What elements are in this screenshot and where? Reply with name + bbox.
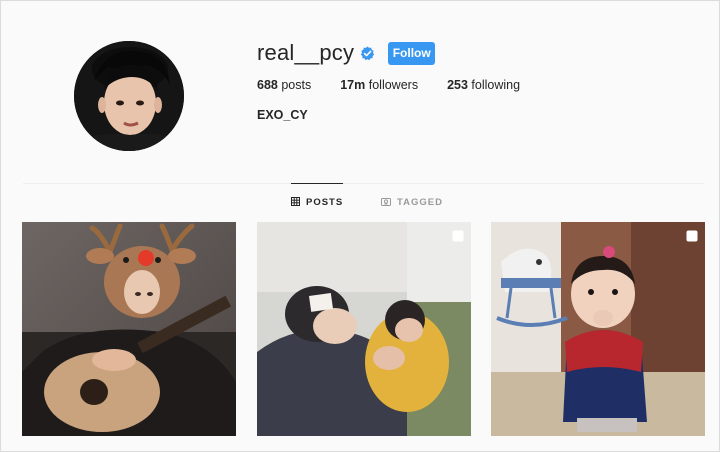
- tab-posts[interactable]: POSTS: [291, 183, 344, 219]
- following-count: 253: [447, 78, 468, 92]
- following-stat[interactable]: 253 following: [447, 78, 520, 92]
- posts-stat: 688 posts: [257, 78, 311, 92]
- grid-icon: [291, 196, 300, 209]
- multiple-photos-icon: [452, 229, 464, 242]
- posts-count: 688: [257, 78, 278, 92]
- post-child-photo[interactable]: [491, 222, 705, 436]
- profile-stats: 688 posts 17m followers 253 following: [257, 78, 549, 92]
- username: real__pcy: [257, 40, 355, 65]
- followers-stat[interactable]: 17m followers: [340, 78, 418, 92]
- profile-full-name: EXO_CY: [257, 108, 308, 122]
- multiple-photos-icon: [686, 229, 698, 242]
- verified-badge-icon: [360, 46, 375, 61]
- posts-label: posts: [281, 78, 312, 92]
- post-baby-photo[interactable]: [257, 222, 471, 436]
- tab-tagged-label: TAGGED: [397, 197, 443, 208]
- profile-avatar[interactable]: [74, 41, 184, 151]
- tab-posts-label: POSTS: [306, 197, 344, 208]
- following-label: following: [471, 78, 521, 92]
- username-row: real__pcy Follow: [257, 38, 436, 68]
- followers-count: 17m: [340, 78, 366, 92]
- profile-tabs: POSTS TAGGED: [0, 183, 720, 219]
- followers-label: followers: [368, 78, 419, 92]
- follow-button[interactable]: Follow: [388, 41, 436, 65]
- tag-icon: [381, 197, 391, 209]
- tab-tagged[interactable]: TAGGED: [381, 183, 443, 219]
- post-guitar-photo[interactable]: [22, 222, 236, 436]
